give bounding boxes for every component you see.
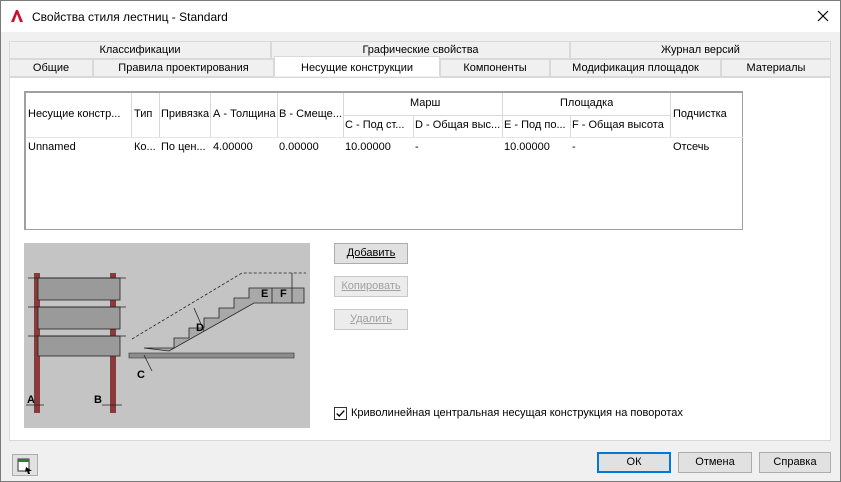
column-header-offset[interactable]: В - Смеще...	[279, 108, 342, 120]
stringers-table[interactable]: Марш Площадка Несущие констр... Тип Прив…	[24, 91, 743, 230]
table-cell-march-total-height[interactable]: -	[415, 141, 501, 153]
table-cell-type[interactable]: Ко...	[134, 141, 158, 153]
table-cell-landing-depth[interactable]: 10.00000	[504, 141, 569, 153]
tab-landing-extensions[interactable]: Модификация площадок	[550, 59, 721, 77]
column-header-landing-total-height[interactable]: F - Общая высота	[572, 119, 669, 131]
tab-row-bottom: Общие Правила проектирования Несущие кон…	[9, 56, 831, 77]
table-cell-march-waist[interactable]: 10.00000	[345, 141, 412, 153]
table-cell-offset[interactable]: 0.00000	[279, 141, 342, 153]
group-divider	[343, 115, 670, 116]
group-header-landing: Площадка	[560, 97, 614, 109]
ok-button[interactable]: ОК	[597, 452, 671, 473]
window-title: Свойства стиля лестниц - Standard	[32, 10, 228, 24]
column-header-cleanup[interactable]: Подчистка	[673, 108, 742, 120]
label-d: D	[196, 322, 204, 334]
autocad-app-icon	[11, 10, 23, 22]
column-divider	[413, 115, 414, 137]
add-button-label: Добавить	[346, 247, 396, 259]
curved-stringer-label: Криволинейная центральная несущая констр…	[351, 407, 683, 419]
label-f: F	[280, 288, 287, 300]
tab-design-rules[interactable]: Правила проектирования	[93, 59, 274, 77]
column-header-march-waist[interactable]: С - Под ст...	[345, 119, 412, 131]
header-divider	[26, 137, 743, 138]
column-header-landing-depth[interactable]: Е - Под по...	[504, 119, 569, 131]
cancel-button[interactable]: Отмена	[678, 452, 752, 473]
close-icon[interactable]	[814, 7, 832, 25]
column-divider	[210, 93, 211, 137]
tab-version-history[interactable]: Журнал версий	[570, 41, 831, 59]
style-editor-button[interactable]	[12, 454, 38, 476]
table-cell-stringer[interactable]: Unnamed	[28, 141, 129, 153]
title-bar: Свойства стиля лестниц - Standard	[1, 1, 840, 32]
tab-components[interactable]: Компоненты	[440, 59, 550, 77]
column-header-alignment[interactable]: Привязка	[161, 108, 209, 120]
add-button[interactable]: Добавить	[334, 243, 408, 264]
table-cell-landing-total-height[interactable]: -	[572, 141, 669, 153]
group-header-march: Марш	[410, 97, 441, 109]
tab-general[interactable]: Общие	[9, 59, 93, 77]
label-a: A	[27, 394, 35, 406]
table-cell-thickness[interactable]: 4.00000	[213, 141, 276, 153]
stringer-illustration: A B C D E F	[24, 243, 310, 428]
column-divider	[131, 93, 132, 137]
copy-button-label: Копировать	[341, 280, 401, 292]
column-divider	[159, 93, 160, 137]
dialog-window: Свойства стиля лестниц - Standard Класси…	[0, 0, 841, 482]
label-b: B	[94, 394, 102, 406]
table-cell-alignment[interactable]: По цен...	[161, 141, 209, 153]
curved-stringer-checkbox[interactable]	[334, 407, 347, 420]
column-header-march-total-height[interactable]: D - Общая выс...	[415, 119, 501, 131]
style-editor-icon	[17, 458, 32, 474]
delete-button[interactable]: Удалить	[334, 309, 408, 330]
column-divider	[570, 115, 571, 137]
column-header-type[interactable]: Тип	[134, 108, 158, 120]
column-divider	[670, 93, 671, 137]
copy-button[interactable]: Копировать	[334, 276, 408, 297]
stringers-panel: Марш Площадка Несущие констр... Тип Прив…	[9, 77, 831, 441]
column-header-stringer[interactable]: Несущие констр...	[28, 108, 129, 120]
column-header-thickness[interactable]: А - Толщина	[213, 108, 276, 120]
label-c: C	[137, 369, 145, 381]
label-e: E	[261, 288, 268, 300]
tab-classifications[interactable]: Классификации	[9, 41, 271, 59]
column-divider	[277, 93, 278, 137]
help-button[interactable]: Справка	[759, 452, 831, 473]
delete-button-label: Удалить	[350, 313, 392, 325]
tab-stringers[interactable]: Несущие конструкции	[274, 56, 440, 76]
table-cell-cleanup[interactable]: Отсечь	[673, 141, 742, 153]
tab-materials[interactable]: Материалы	[721, 59, 831, 77]
